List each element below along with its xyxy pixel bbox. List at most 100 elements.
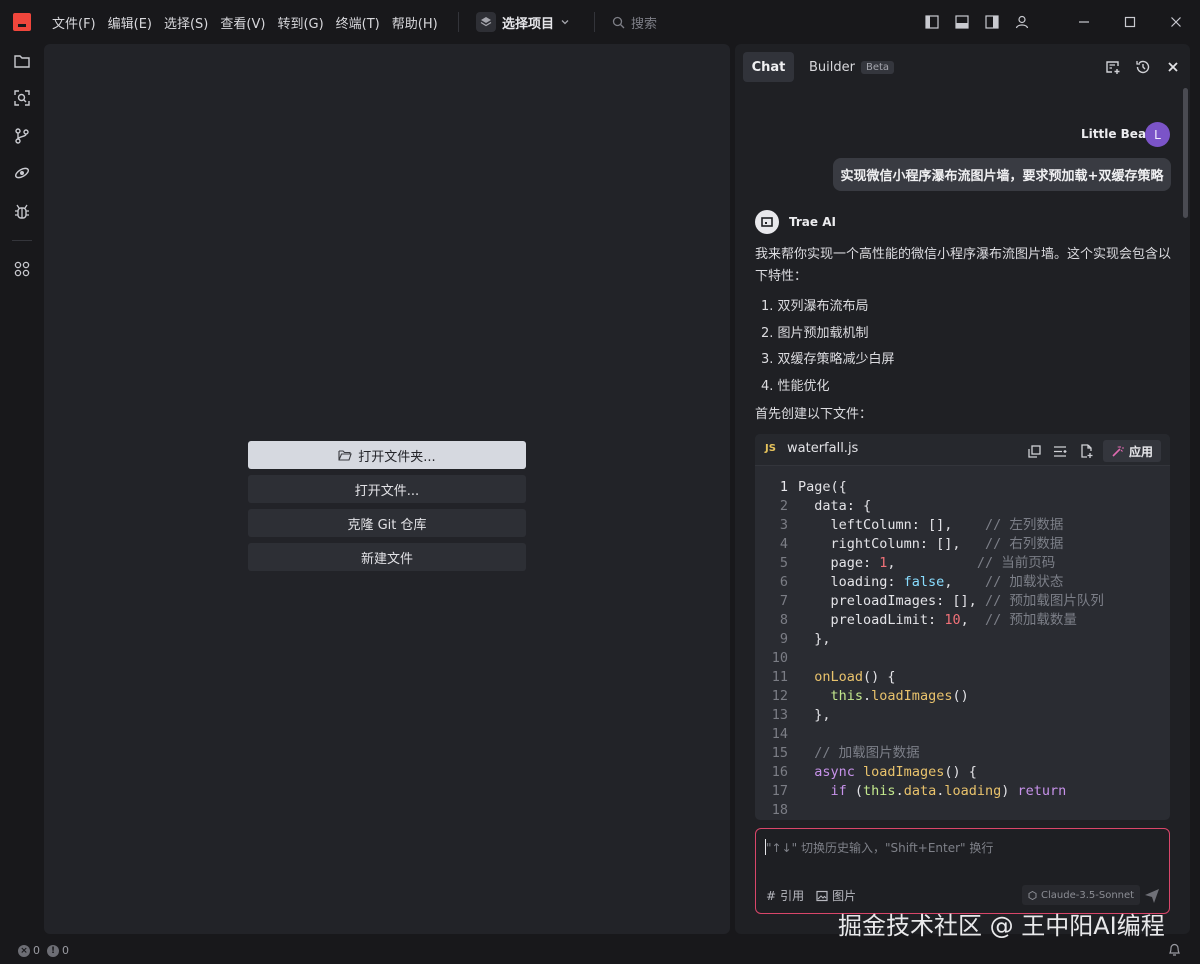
source-control-icon[interactable] — [11, 125, 33, 147]
code-line: 4 rightColumn: [], // 右列数据 — [779, 536, 1064, 552]
list-item: 3. 双缓存策略减少白屏 — [761, 352, 895, 367]
menu-terminal[interactable]: 终端(T) — [330, 13, 386, 32]
account-icon[interactable] — [1012, 12, 1032, 32]
project-label: 选择项目 — [502, 16, 555, 32]
code-line: 7 preloadImages: [], // 预加载图片队列 — [779, 593, 1104, 609]
quote-button[interactable]: # 引用 — [766, 887, 804, 904]
menu-go[interactable]: 转到(G) — [271, 13, 329, 32]
code-line: 13 }, — [771, 707, 831, 723]
code-line: 6 loading: false, // 加载状态 — [779, 574, 1064, 590]
close-icon[interactable] — [1164, 10, 1188, 34]
menu-edit[interactable]: 编辑(E) — [102, 13, 158, 32]
js-file-icon: JS — [765, 443, 776, 454]
error-count: 0 — [33, 944, 40, 957]
new-file-icon[interactable] — [1077, 441, 1095, 461]
title-bar: 文件(F) 编辑(E) 选择(S) 查看(V) 转到(G) 终端(T) 帮助(H… — [0, 0, 1200, 44]
code-line: 2 data: { — [779, 498, 872, 514]
image-label: 图片 — [832, 889, 857, 903]
layers-icon — [476, 12, 496, 32]
chat-input-placeholder: "↑↓" 切换历史输入，"Shift+Enter" 换行 — [766, 841, 994, 855]
code-line: 1 Page({ — [779, 479, 847, 495]
activity-bar — [0, 44, 44, 934]
list-item: 4. 性能优化 — [761, 378, 830, 394]
menu-help[interactable]: 帮助(H) — [386, 13, 444, 32]
project-selector[interactable]: 选择项目 — [476, 10, 570, 34]
image-button[interactable]: 图片 — [816, 887, 856, 904]
layout-controls — [922, 12, 1032, 32]
trae-logo-icon — [755, 210, 779, 234]
toggle-sidebar-icon[interactable] — [922, 12, 942, 32]
new-file-label: 新建文件 — [360, 551, 413, 567]
hash-icon: # — [766, 888, 777, 903]
chat-input[interactable]: "↑↓" 切换历史输入，"Shift+Enter" 换行 # 引用 图片 Clau… — [755, 828, 1170, 914]
code-line: 18 — [771, 802, 788, 818]
code-line: 5 page: 1, // 当前页码 — [779, 555, 1056, 571]
model-selector[interactable]: Claude-3.5-Sonnet — [1022, 885, 1141, 905]
apps-grid-icon[interactable] — [11, 258, 33, 280]
copy-icon[interactable] — [1025, 441, 1043, 461]
code-filename: waterfall.js — [787, 441, 859, 456]
code-line: 16 async loadImages() { — [771, 764, 977, 780]
assistant-name: Trae AI — [789, 215, 836, 229]
new-chat-icon[interactable] — [1102, 56, 1124, 78]
clone-repo-label: 克隆 Git 仓库 — [347, 517, 427, 533]
explorer-icon[interactable] — [11, 50, 33, 72]
code-line: 14 — [771, 726, 788, 742]
maximize-icon[interactable] — [1118, 10, 1142, 34]
watermark: 掘金技术社区 @ 王中阳AI编程 — [838, 912, 1165, 940]
search-view-icon[interactable] — [11, 87, 33, 109]
history-icon[interactable] — [1132, 56, 1154, 78]
code-content: 1 Page({ 2 data: { 3 leftColumn: [], // 左… — [755, 478, 1170, 820]
menu-selection[interactable]: 选择(S) — [158, 13, 214, 32]
code-toolbar: 应用 — [1025, 440, 1162, 462]
code-header: JS waterfall.js 应用 — [755, 434, 1170, 466]
tab-builder[interactable]: Builder Beta — [809, 52, 895, 82]
search-placeholder: 搜索 — [631, 16, 658, 32]
list-item: 2. 图片预加载机制 — [761, 325, 869, 341]
open-folder-label: 打开文件夹... — [358, 449, 436, 465]
editor-area: 打开文件夹... 打开文件... 克隆 Git 仓库 新建文件 — [44, 44, 730, 934]
chevron-down-icon — [561, 20, 569, 25]
open-file-label: 打开文件... — [354, 483, 420, 499]
menu-view[interactable]: 查看(V) — [214, 13, 271, 32]
open-folder-button[interactable]: 打开文件夹... — [248, 441, 526, 469]
quote-label: 引用 — [780, 889, 805, 903]
toggle-panel-icon[interactable] — [952, 12, 972, 32]
new-file-button[interactable]: 新建文件 — [248, 543, 526, 571]
problems-indicator[interactable]: × 0 ! 0 — [18, 944, 69, 957]
search-box[interactable]: 搜索 — [612, 12, 657, 32]
open-file-button[interactable]: 打开文件... — [248, 475, 526, 503]
folder-open-icon — [338, 450, 353, 461]
apply-button[interactable]: 应用 — [1103, 440, 1162, 462]
warning-count: 0 — [62, 944, 69, 957]
warning-icon: ! — [47, 944, 59, 957]
code-line: 15 // 加载图片数据 — [771, 745, 920, 761]
extensions-icon[interactable] — [11, 162, 33, 184]
chat-scrollbar[interactable] — [1183, 88, 1188, 218]
clone-repo-button[interactable]: 克隆 Git 仓库 — [248, 509, 526, 537]
chat-toolbar — [1102, 56, 1184, 78]
app-logo-icon — [13, 13, 31, 31]
close-chat-icon[interactable] — [1162, 56, 1184, 78]
menu-file[interactable]: 文件(F) — [46, 13, 102, 32]
activity-divider — [12, 240, 32, 241]
minimize-icon[interactable] — [1072, 10, 1096, 34]
debug-icon[interactable] — [11, 201, 33, 223]
user-name: Little Bear — [1081, 127, 1152, 141]
toggle-chat-icon[interactable] — [982, 12, 1002, 32]
insert-icon[interactable] — [1051, 441, 1069, 461]
bell-icon[interactable] — [1168, 943, 1181, 961]
send-icon[interactable] — [1142, 886, 1162, 906]
assistant-intro: 我来帮你实现一个高性能的微信小程序瀑布流图片墙。这个实现会包含以下特性： — [755, 247, 1172, 284]
user-avatar: L — [1145, 122, 1170, 147]
title-divider — [458, 12, 459, 32]
beta-badge: Beta — [860, 60, 895, 74]
input-toolbar: # 引用 图片 — [766, 887, 856, 904]
image-icon — [816, 890, 828, 901]
list-item: 1. 双列瀑布流布局 — [761, 299, 869, 314]
tab-chat[interactable]: Chat — [743, 52, 794, 82]
status-bar: × 0 ! 0 — [0, 938, 1200, 964]
code-block: JS waterfall.js 应用 1 Page({ 2 data: { 3 l… — [755, 434, 1170, 820]
title-divider — [594, 12, 595, 32]
code-line: 9 }, — [779, 631, 831, 647]
